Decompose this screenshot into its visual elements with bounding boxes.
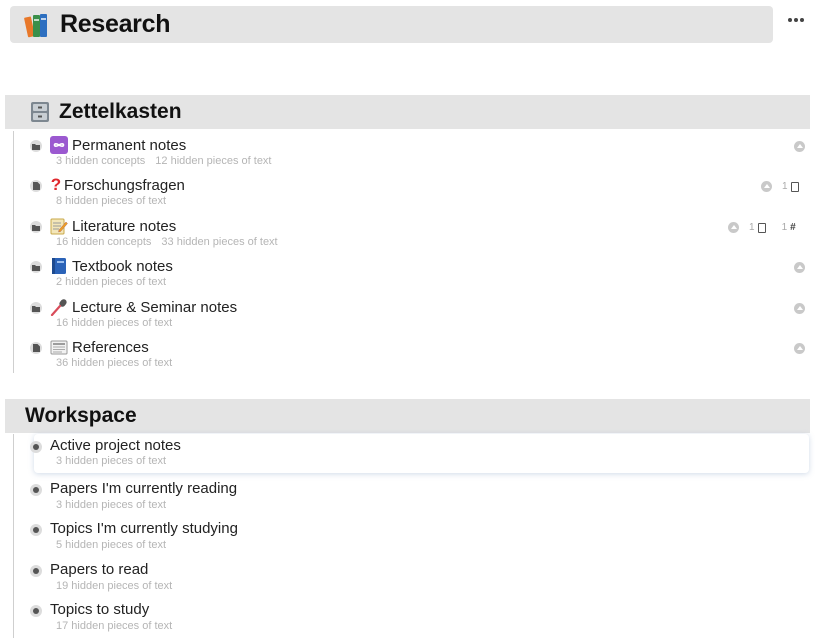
hidden-text-count: 17 hidden pieces of text	[56, 620, 173, 632]
folder-icon	[30, 140, 42, 152]
item-title: References	[50, 338, 149, 356]
infinity-icon	[50, 136, 68, 154]
memo-icon	[50, 217, 68, 235]
item-meta: 8 hidden pieces of text	[56, 195, 166, 207]
list-item-permanent-notes[interactable]: Permanent notes 3 hidden concepts 12 hidd…	[30, 135, 810, 175]
question-mark-icon: ?	[50, 175, 62, 194]
item-tools	[794, 343, 805, 354]
item-meta: 3 hidden pieces of text	[56, 499, 166, 511]
document-count-icon	[790, 181, 799, 192]
section-guide-line	[13, 434, 14, 638]
books-icon	[24, 11, 52, 39]
item-label: Lecture & Seminar notes	[72, 298, 238, 316]
list-item-forschungsfragen[interactable]: ? Forschungsfragen 8 hidden pieces of te…	[30, 175, 810, 215]
item-tools	[794, 262, 805, 273]
hidden-text-count: 3 hidden pieces of text	[56, 499, 167, 511]
document-icon	[30, 342, 42, 354]
item-title: Textbook notes	[50, 257, 173, 275]
hidden-text-count: 12 hidden pieces of text	[155, 155, 272, 167]
item-meta: 16 hidden pieces of text	[56, 317, 172, 329]
hidden-concepts-count: 3 hidden concepts	[56, 155, 146, 167]
item-tools	[794, 303, 805, 314]
page-title-bar[interactable]: Research	[10, 6, 773, 43]
hidden-text-count: 16 hidden pieces of text	[56, 317, 173, 329]
item-meta: 17 hidden pieces of text	[56, 620, 172, 632]
blue-book-icon	[50, 257, 68, 275]
arrow-up-icon[interactable]	[761, 181, 772, 192]
bullet-icon	[30, 565, 42, 577]
hidden-text-count: 3 hidden pieces of text	[56, 455, 167, 467]
section-guide-line	[13, 131, 14, 373]
arrow-up-icon[interactable]	[728, 222, 739, 233]
bullet-icon	[30, 524, 42, 536]
tag-count: 1	[781, 222, 788, 233]
item-label: Papers I'm currently reading	[50, 480, 238, 497]
list-item-references[interactable]: References 36 hidden pieces of text	[30, 337, 810, 377]
list-item-lecture-seminar-notes[interactable]: Lecture & Seminar notes 16 hidden pieces…	[30, 297, 810, 337]
hidden-text-count: 5 hidden pieces of text	[56, 539, 167, 551]
list-item-papers-currently-reading[interactable]: Papers I'm currently reading 3 hidden pi…	[30, 479, 810, 519]
item-tools: 1 1 #	[728, 222, 796, 233]
item-meta: 19 hidden pieces of text	[56, 580, 172, 592]
document-count-icon	[757, 222, 766, 233]
item-meta: 3 hidden pieces of text	[56, 455, 166, 467]
item-title: Literature notes	[50, 217, 176, 235]
microphone-icon	[50, 298, 68, 316]
item-meta: 2 hidden pieces of text	[56, 276, 166, 288]
hidden-text-count: 33 hidden pieces of text	[161, 236, 278, 248]
item-meta: 16 hidden concepts 33 hidden pieces of te…	[56, 236, 278, 248]
file-cabinet-icon	[29, 101, 51, 123]
document-icon	[30, 180, 42, 192]
section-title: Zettelkasten	[59, 100, 182, 123]
item-tools: 1	[761, 181, 799, 192]
item-label: Literature notes	[72, 217, 177, 235]
list-item-topics-currently-studying[interactable]: Topics I'm currently studying 5 hidden p…	[30, 519, 810, 559]
item-title: ? Forschungsfragen	[50, 175, 185, 194]
bullet-icon	[30, 605, 42, 617]
item-tools	[794, 141, 805, 152]
list-item-active-project-notes[interactable]: Active project notes 3 hidden pieces of …	[30, 434, 809, 473]
list-item-textbook-notes[interactable]: Textbook notes 2 hidden pieces of text	[30, 256, 810, 296]
hidden-text-count: 19 hidden pieces of text	[56, 580, 173, 592]
list-item-papers-to-read[interactable]: Papers to read 19 hidden pieces of text	[30, 560, 810, 600]
bullet-icon	[30, 484, 42, 496]
list-item-topics-to-study[interactable]: Topics to study 17 hidden pieces of text	[30, 600, 810, 640]
item-meta: 3 hidden concepts 12 hidden pieces of tex…	[56, 155, 272, 167]
item-meta: 5 hidden pieces of text	[56, 539, 166, 551]
arrow-up-icon[interactable]	[794, 262, 805, 273]
item-meta: 36 hidden pieces of text	[56, 357, 172, 369]
arrow-up-icon[interactable]	[794, 343, 805, 354]
page-title: Research	[60, 10, 171, 38]
more-horizontal-icon[interactable]	[783, 10, 809, 30]
newspaper-icon	[50, 338, 68, 356]
arrow-up-icon[interactable]	[794, 303, 805, 314]
item-label: Textbook notes	[72, 257, 173, 275]
section-title: Workspace	[25, 404, 137, 427]
section-header-workspace[interactable]: Workspace	[5, 399, 810, 433]
folder-icon	[30, 302, 42, 314]
item-label: Permanent notes	[72, 136, 187, 154]
item-label: Topics I'm currently studying	[50, 520, 238, 537]
arrow-up-icon[interactable]	[794, 141, 805, 152]
list-item-literature-notes[interactable]: Literature notes 16 hidden concepts 33 hi…	[30, 216, 810, 256]
item-label: Forschungsfragen	[64, 176, 185, 194]
folder-icon	[30, 221, 42, 233]
folder-icon	[30, 261, 42, 273]
item-label: References	[72, 338, 149, 356]
hidden-text-count: 8 hidden pieces of text	[56, 195, 167, 207]
item-label: Topics to study	[50, 601, 150, 618]
hidden-text-count: 2 hidden pieces of text	[56, 276, 167, 288]
hidden-text-count: 36 hidden pieces of text	[56, 357, 173, 369]
bullet-icon	[30, 441, 42, 453]
item-title: Permanent notes	[50, 136, 186, 154]
item-label: Papers to read	[50, 561, 149, 578]
item-title: Lecture & Seminar notes	[50, 298, 237, 316]
section-header-zettelkasten[interactable]: Zettelkasten	[5, 95, 810, 129]
hashtag-icon: #	[790, 222, 796, 233]
item-label: Active project notes	[50, 437, 181, 454]
document-count: 1	[749, 222, 755, 233]
document-count: 1	[782, 181, 788, 192]
hidden-concepts-count: 16 hidden concepts	[56, 236, 152, 248]
